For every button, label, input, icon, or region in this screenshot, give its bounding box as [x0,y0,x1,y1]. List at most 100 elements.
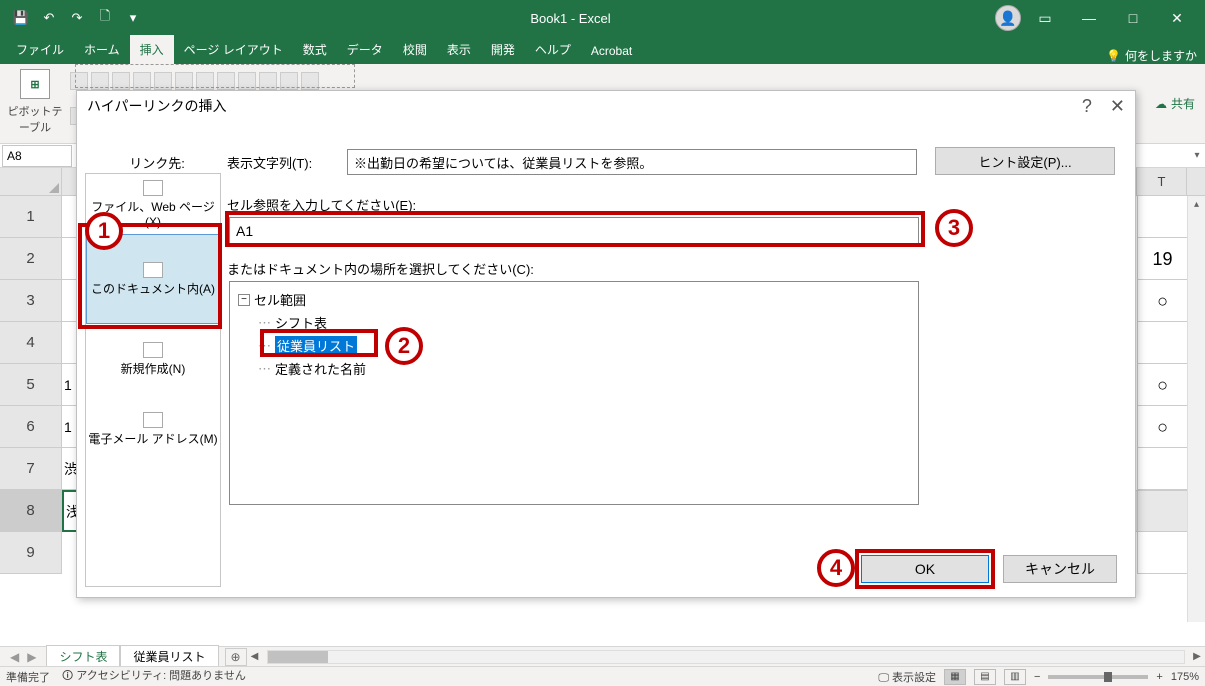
cancel-button[interactable]: キャンセル [1003,555,1117,583]
link-opt-this-doc[interactable]: このドキュメント内(A) [86,234,220,324]
tab-insert[interactable]: 挿入 [130,35,174,64]
nav-next-icon[interactable]: ▶ [27,650,36,664]
ribbon-options-icon[interactable]: ▭ [1025,3,1065,33]
share-icon: ☁ [1155,97,1167,111]
tree-node-sheet2[interactable]: ⋯ 従業員リスト [238,334,910,357]
view-pagebreak-icon[interactable]: ▥ [1004,669,1026,685]
vertical-scrollbar[interactable]: ▴ [1187,196,1205,622]
row-header[interactable]: 2 [0,238,62,280]
cell[interactable] [1137,448,1187,490]
link-opt-new[interactable]: 新規作成(N) [86,324,220,394]
cell[interactable]: ○ [1137,364,1187,406]
scroll-up-icon[interactable]: ▴ [1188,196,1205,214]
zoom-slider[interactable] [1048,675,1148,679]
sheet-tabs-row: ◀ ▶ シフト表 従業員リスト ⊕ ◀ ▶ [0,646,1205,666]
tab-home[interactable]: ホーム [74,35,130,64]
tab-help[interactable]: ヘルプ [525,35,581,64]
column-header-t[interactable]: T [1137,168,1187,196]
hscroll-right-icon[interactable]: ▶ [1189,651,1205,662]
hscroll-left-icon[interactable]: ◀ [247,651,263,662]
row-header[interactable]: 4 [0,322,62,364]
qat-more-icon[interactable]: ▾ [120,5,146,31]
display-text-input[interactable] [347,149,917,175]
display-text-label: 表示文字列(T): [227,153,312,172]
link-opt-email[interactable]: 電子メール アドレス(M) [86,394,220,464]
dialog-titlebar[interactable]: ハイパーリンクの挿入 ? ✕ [77,91,1135,121]
doc-place-tree[interactable]: − セル範囲 ⋯ シフト表 ⋯ 従業員リスト ⋯ 定義された名前 [229,281,919,505]
tab-data[interactable]: データ [337,35,393,64]
tab-formulas[interactable]: 数式 [293,35,337,64]
row-header[interactable]: 9 [0,532,62,574]
tab-view[interactable]: 表示 [437,35,481,64]
cell[interactable] [1137,490,1187,532]
cell[interactable]: 19 [1137,238,1187,280]
screentip-button[interactable]: ヒント設定(P)... [935,147,1115,175]
zoom-in[interactable]: + [1156,671,1162,683]
tab-acrobat[interactable]: Acrobat [581,38,642,64]
cell[interactable]: ○ [1137,280,1187,322]
ribbon-tabs: ファイル ホーム 挿入 ページ レイアウト 数式 データ 校閲 表示 開発 ヘル… [0,36,1205,64]
add-sheet-button[interactable]: ⊕ [225,648,247,666]
formula-bar-expand[interactable]: ▾ [1189,150,1205,161]
link-opt-file-web[interactable]: ファイル、Web ページ(X) [86,174,220,234]
tab-developer[interactable]: 開発 [481,35,525,64]
tellme-label: 何をしますか [1125,47,1197,64]
maximize-button[interactable]: □ [1113,3,1153,33]
display-settings[interactable]: 🖵 表示設定 [878,669,936,685]
cell[interactable] [1137,322,1187,364]
cell[interactable] [1137,532,1187,574]
column-t-cells: 19 ○ ○ ○ [1137,196,1187,574]
nav-prev-icon[interactable]: ◀ [10,650,19,664]
select-all-corner[interactable] [0,168,62,196]
share-button[interactable]: ☁ 共有 [1151,68,1199,139]
link-opt-doc-label: このドキュメント内(A) [91,280,215,297]
row-header[interactable]: 1 [0,196,62,238]
sheet-tab-shift[interactable]: シフト表 [46,645,120,669]
dialog-help-button[interactable]: ? [1082,96,1092,117]
tab-review[interactable]: 校閲 [393,35,437,64]
tree-collapse-icon[interactable]: − [238,294,250,306]
user-avatar[interactable]: 👤 [995,5,1021,31]
horizontal-scrollbar[interactable] [267,650,1186,664]
status-accessibility[interactable]: 🛈 アクセシビリティ: 問題ありません [62,667,246,686]
cell-ref-input[interactable] [229,217,919,245]
row-header[interactable]: 6 [0,406,62,448]
tab-pagelayout[interactable]: ページ レイアウト [174,35,293,64]
window-title: Book1 - Excel [146,11,995,26]
view-pagelayout-icon[interactable]: ▤ [974,669,996,685]
pivot-table-button[interactable]: ⊞ ピボットテーブル [6,68,64,139]
sheet-tab-employees[interactable]: 従業員リスト [120,645,218,668]
row-header[interactable]: 7 [0,448,62,490]
new-file-icon[interactable]: 🗋 [92,5,118,31]
dialog-close-button[interactable]: ✕ [1110,96,1125,117]
email-icon [143,412,163,428]
save-icon[interactable]: 💾 [8,5,34,31]
link-opt-file-label: ファイル、Web ページ(X) [86,198,220,229]
zoom-out[interactable]: − [1034,671,1040,683]
close-window-button[interactable]: ✕ [1157,3,1197,33]
undo-icon[interactable]: ↶ [36,5,62,31]
cell[interactable] [1137,196,1187,238]
tree-names-label: 定義された名前 [275,359,366,378]
tree-node-cellrange[interactable]: − セル範囲 [238,288,910,311]
tab-file[interactable]: ファイル [6,35,74,64]
row-header[interactable]: 8 [0,490,62,532]
ok-button[interactable]: OK [861,555,989,583]
tree-node-defined-names[interactable]: ⋯ 定義された名前 [238,357,910,380]
link-to-panel: ファイル、Web ページ(X) このドキュメント内(A) 新規作成(N) 電子メ… [85,173,221,587]
cell[interactable]: ○ [1137,406,1187,448]
row-header[interactable]: 3 [0,280,62,322]
cell-ref-label: セル参照を入力してください(E): [227,195,416,214]
view-normal-icon[interactable]: ▦ [944,669,966,685]
redo-icon[interactable]: ↷ [64,5,90,31]
doc-place-label: またはドキュメント内の場所を選択してください(C): [227,259,534,278]
tree-node-sheet1[interactable]: ⋯ シフト表 [238,311,910,334]
minimize-button[interactable]: — [1069,3,1109,33]
hscroll-thumb[interactable] [268,651,328,663]
tellme-search[interactable]: 💡 何をしますか [1106,47,1197,64]
row-header[interactable]: 5 [0,364,62,406]
name-box[interactable]: A8 [2,145,72,167]
zoom-level[interactable]: 175% [1171,671,1199,683]
hyperlink-dialog: ハイパーリンクの挿入 ? ✕ リンク先: ファイル、Web ページ(X) このド… [76,90,1136,598]
link-opt-new-label: 新規作成(N) [121,360,186,377]
